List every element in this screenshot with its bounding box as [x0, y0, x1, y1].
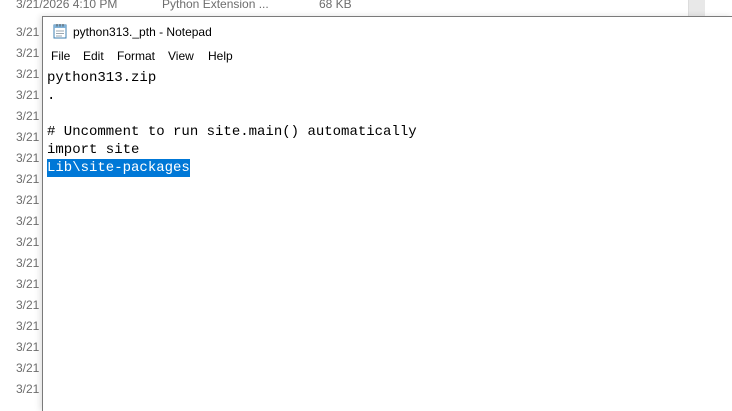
- explorer-date-cell: 3/21: [16, 46, 40, 60]
- explorer-date-column: 3/21 3/21 3/21 3/21 3/21 3/21 3/21 3/21 3/21 3/21…: [0, 12, 44, 410]
- explorer-date-cell: 3/21: [16, 214, 40, 228]
- editor-line-2: .: [47, 88, 56, 104]
- explorer-date-cell: 3/21: [16, 361, 40, 375]
- explorer-file-size: 68 KB: [319, 0, 352, 11]
- explorer-date-cell: 3/21: [16, 340, 40, 354]
- title-bar[interactable]: python313._pth - Notepad: [43, 17, 732, 46]
- explorer-date-cell: 3/21: [16, 67, 40, 81]
- editor-line-5: import site: [47, 142, 140, 158]
- menu-format[interactable]: Format: [115, 49, 157, 63]
- window-title: python313._pth - Notepad: [73, 25, 212, 39]
- explorer-date-cell: 3/21: [16, 256, 40, 270]
- explorer-scrollbar[interactable]: [688, 0, 705, 16]
- menu-view[interactable]: View: [166, 49, 196, 63]
- notepad-window[interactable]: python313._pth - Notepad File Edit Forma…: [42, 16, 732, 411]
- explorer-date-cell: 3/21: [16, 88, 40, 102]
- explorer-date-cell: 3/21: [16, 151, 40, 165]
- explorer-date-cell: 3/21: [16, 193, 40, 207]
- editor-line-1: python313.zip: [47, 70, 157, 86]
- explorer-date-cell: 3/21: [16, 25, 40, 39]
- explorer-date-cell: 3/21: [16, 235, 40, 249]
- explorer-file-date: 3/21/2026 4:10 PM: [16, 0, 118, 11]
- explorer-file-row[interactable]: 3/21/2026 4:10 PM Python Extension ... 6…: [0, 0, 700, 12]
- text-editor-area[interactable]: python313.zip . # Uncomment to run site.…: [43, 66, 732, 411]
- menu-file[interactable]: File: [49, 49, 72, 63]
- explorer-date-cell: 3/21: [16, 382, 40, 396]
- explorer-date-cell: 3/21: [16, 298, 40, 312]
- editor-line-4: # Uncomment to run site.main() automatic…: [47, 124, 417, 140]
- explorer-file-type: Python Extension ...: [162, 0, 269, 11]
- explorer-date-cell: 3/21: [16, 277, 40, 291]
- menu-bar: File Edit Format View Help: [43, 46, 732, 66]
- explorer-date-cell: 3/21: [16, 172, 40, 186]
- menu-help[interactable]: Help: [206, 49, 235, 63]
- editor-line-6-selected: Lib\site-packages: [47, 159, 190, 177]
- menu-edit[interactable]: Edit: [81, 49, 106, 63]
- explorer-date-cell: 3/21: [16, 109, 40, 123]
- notepad-icon: [53, 23, 67, 39]
- explorer-date-cell: 3/21: [16, 319, 40, 333]
- explorer-date-cell: 3/21: [16, 130, 40, 144]
